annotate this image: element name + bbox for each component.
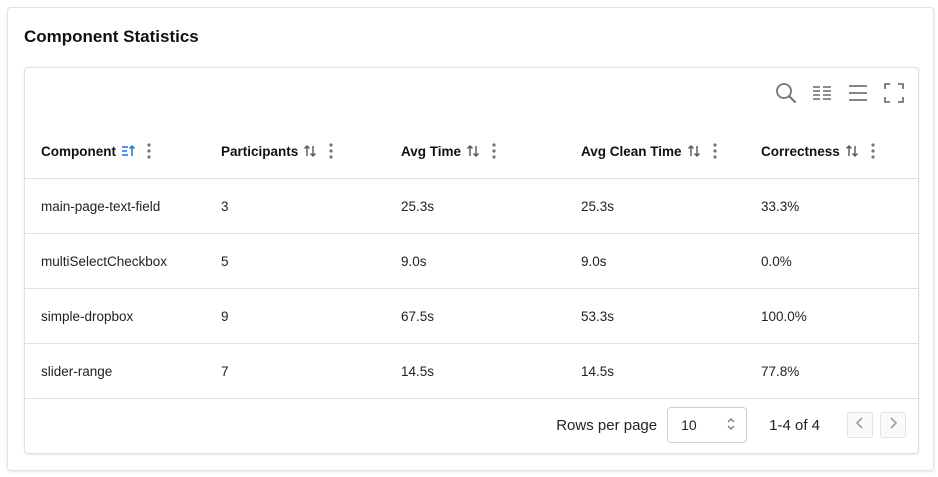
cell-avg-clean-time: 53.3s xyxy=(565,288,745,344)
data-table: Component Participants Avg Time Avg Clea… xyxy=(24,67,919,454)
column-menu-icon[interactable] xyxy=(712,143,717,159)
sort-icon[interactable] xyxy=(303,144,317,158)
column-menu-icon[interactable] xyxy=(329,143,333,159)
cell-participants: 7 xyxy=(205,343,385,399)
rows-per-page-select[interactable]: 10 xyxy=(667,407,748,443)
cell-correctness: 33.3% xyxy=(745,178,918,234)
header-avg-clean-time-label: Avg Clean Time xyxy=(581,143,682,159)
table-header-row: Component Participants Avg Time Avg Clea… xyxy=(25,124,918,179)
header-component-label: Component xyxy=(41,143,116,159)
component-statistics-card: Component Statistics Component Participa… xyxy=(7,7,934,471)
cell-correctness: 0.0% xyxy=(745,233,918,289)
fullscreen-icon xyxy=(884,83,904,103)
cell-avg-clean-time: 14.5s xyxy=(565,343,745,399)
cell-component: multiSelectCheckbox xyxy=(25,233,205,289)
previous-page-button[interactable] xyxy=(847,412,873,438)
fullscreen-button[interactable] xyxy=(882,81,906,105)
sort-ascending-icon[interactable] xyxy=(121,144,135,158)
table-pagination: Rows per page 10 1-4 of 4 xyxy=(25,397,918,453)
table-row[interactable]: main-page-text-field 3 25.3s 25.3s 33.3% xyxy=(25,178,918,234)
card-title: Component Statistics xyxy=(24,27,199,46)
cell-correctness: 77.8% xyxy=(745,343,918,399)
show-columns-button[interactable] xyxy=(810,81,834,105)
cell-participants: 9 xyxy=(205,288,385,344)
header-correctness-label: Correctness xyxy=(761,143,840,159)
select-updown-icon xyxy=(726,417,736,434)
cell-avg-time: 25.3s xyxy=(385,178,565,234)
rows-per-page-value: 10 xyxy=(681,417,697,433)
header-avg-time[interactable]: Avg Time xyxy=(385,124,565,179)
search-button[interactable] xyxy=(774,81,798,105)
cell-avg-time: 67.5s xyxy=(385,288,565,344)
header-participants-label: Participants xyxy=(221,143,299,159)
rows-per-page-label: Rows per page xyxy=(556,416,658,434)
column-menu-icon[interactable] xyxy=(147,143,151,159)
header-participants[interactable]: Participants xyxy=(205,124,385,179)
header-avg-time-label: Avg Time xyxy=(401,143,462,159)
pagination-range: 1-4 of 4 xyxy=(769,416,820,434)
columns-icon xyxy=(811,83,833,103)
search-icon xyxy=(775,82,797,104)
cell-component: main-page-text-field xyxy=(25,178,205,234)
cell-avg-clean-time: 25.3s xyxy=(565,178,745,234)
cell-avg-time: 14.5s xyxy=(385,343,565,399)
column-menu-icon[interactable] xyxy=(871,143,875,159)
table-row[interactable]: multiSelectCheckbox 5 9.0s 9.0s 0.0% xyxy=(25,233,918,289)
table-row[interactable]: slider-range 7 14.5s 14.5s 77.8% xyxy=(25,343,918,399)
sort-icon[interactable] xyxy=(466,144,480,158)
header-component[interactable]: Component xyxy=(25,124,205,179)
header-correctness[interactable]: Correctness xyxy=(745,124,918,179)
sort-icon[interactable] xyxy=(845,144,859,158)
cell-avg-clean-time: 9.0s xyxy=(565,233,745,289)
density-icon xyxy=(847,83,869,103)
cell-component: slider-range xyxy=(25,343,205,399)
table-row[interactable]: simple-dropbox 9 67.5s 53.3s 100.0% xyxy=(25,288,918,344)
cell-participants: 3 xyxy=(205,178,385,234)
column-menu-icon[interactable] xyxy=(492,143,496,159)
sort-icon[interactable] xyxy=(687,144,701,158)
statistics-table: Component Participants Avg Time Avg Clea… xyxy=(25,124,918,399)
density-button[interactable] xyxy=(846,81,870,105)
table-toolbar xyxy=(774,78,906,108)
cell-component: simple-dropbox xyxy=(25,288,205,344)
header-avg-clean-time[interactable]: Avg Clean Time xyxy=(565,124,745,179)
cell-participants: 5 xyxy=(205,233,385,289)
chevron-right-icon xyxy=(888,416,898,434)
chevron-left-icon xyxy=(855,416,865,434)
cell-avg-time: 9.0s xyxy=(385,233,565,289)
next-page-button[interactable] xyxy=(880,412,906,438)
cell-correctness: 100.0% xyxy=(745,288,918,344)
